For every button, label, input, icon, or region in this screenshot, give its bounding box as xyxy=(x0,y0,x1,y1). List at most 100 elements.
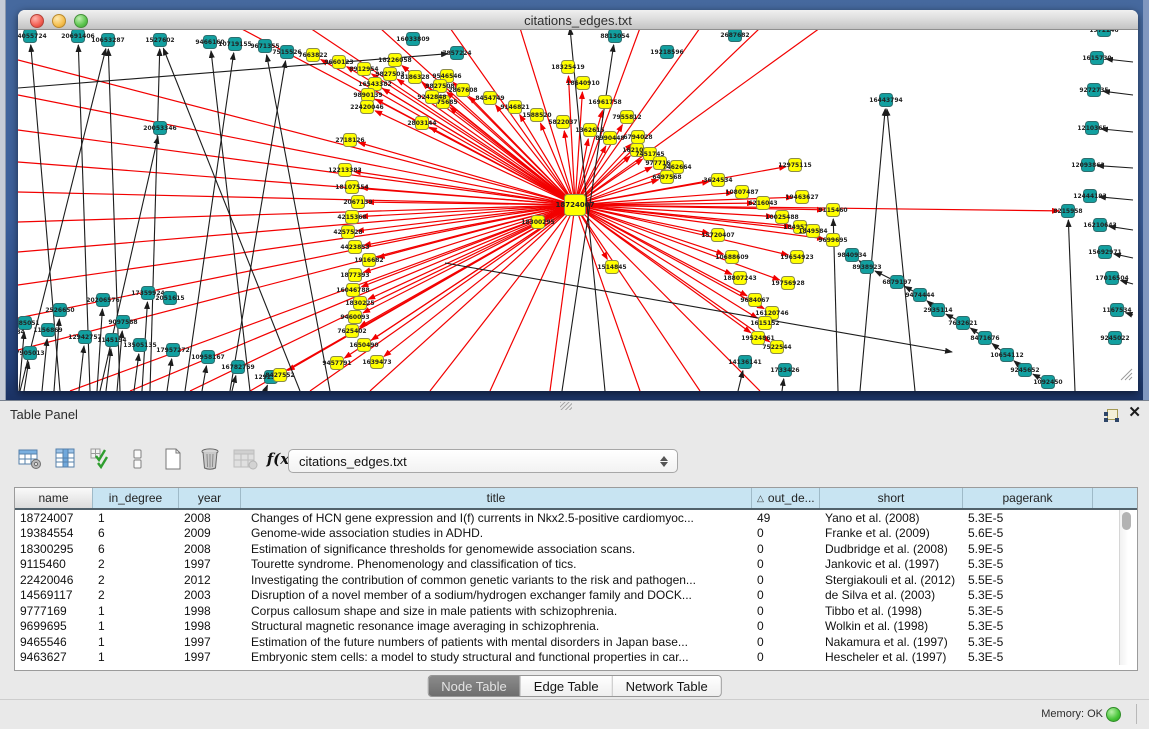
table-cell[interactable]: 1 xyxy=(93,604,179,618)
table-cell[interactable]: 1997 xyxy=(179,635,241,649)
selected-node[interactable]: 12975115 xyxy=(778,159,811,172)
edge[interactable] xyxy=(1068,220,1075,391)
table-cell[interactable]: 5.3E-5 xyxy=(963,557,1093,571)
node[interactable]: 16210643 xyxy=(1083,219,1116,232)
table-cell[interactable]: 6 xyxy=(93,526,179,540)
node[interactable]: 20691406 xyxy=(61,30,94,43)
selected-node[interactable]: 7522544 xyxy=(762,341,791,354)
selected-edge[interactable] xyxy=(288,205,575,371)
node[interactable]: 1733426 xyxy=(770,364,799,377)
selected-node[interactable]: 9457791 xyxy=(322,357,351,370)
edge[interactable] xyxy=(230,61,286,391)
selected-node[interactable]: 2718126 xyxy=(335,134,364,147)
selected-node[interactable]: 1650490 xyxy=(349,339,378,352)
edge[interactable] xyxy=(267,55,330,391)
column-header-out_de[interactable]: △out_de... xyxy=(752,488,820,508)
column-header-short[interactable]: short xyxy=(820,488,963,508)
table-cell[interactable]: 5.3E-5 xyxy=(963,511,1093,525)
node[interactable]: 2687682 xyxy=(720,30,749,42)
table-cell[interactable]: 9777169 xyxy=(15,604,93,618)
edge[interactable] xyxy=(100,137,158,391)
selected-node[interactable]: 7955812 xyxy=(612,111,641,124)
selected-node[interactable]: 10688609 xyxy=(715,251,748,264)
node[interactable]: 20206576 xyxy=(86,294,119,307)
split-divider-handle[interactable] xyxy=(560,402,572,410)
table-cell[interactable]: 2 xyxy=(93,573,179,587)
table-cell[interactable]: 18724007 xyxy=(15,511,93,525)
node[interactable]: 9272735 xyxy=(1079,84,1108,97)
table-cell[interactable]: Embryonic stem cells: a model to study s… xyxy=(241,650,752,664)
node[interactable]: 9097588 xyxy=(108,316,137,329)
selected-node[interactable]: 1877393 xyxy=(340,269,369,282)
node[interactable]: 9245022 xyxy=(1100,332,1129,345)
table-cell[interactable]: 0 xyxy=(752,619,820,633)
table-cell[interactable]: 1 xyxy=(93,650,179,664)
scrollbar-thumb[interactable] xyxy=(1122,512,1131,530)
table-row[interactable]: 946362711997Embryonic stem cells: a mode… xyxy=(15,650,1137,666)
node[interactable]: 2935114 xyxy=(923,304,952,317)
selected-node[interactable]: 16961758 xyxy=(588,96,621,109)
table-cell[interactable]: 5.3E-5 xyxy=(963,650,1093,664)
table-cell[interactable]: de Silva et al. (2003) xyxy=(820,588,963,602)
table-cell[interactable]: Structural magnetic resonance image aver… xyxy=(241,619,752,633)
table-cell[interactable]: 0 xyxy=(752,604,820,618)
selected-node[interactable]: 5822037 xyxy=(548,116,577,129)
close-panel-icon[interactable]: ✕ xyxy=(1128,405,1141,421)
table-cell[interactable]: 0 xyxy=(752,588,820,602)
edge[interactable] xyxy=(42,339,47,391)
new-table-icon[interactable] xyxy=(16,445,43,473)
delete-table-icon[interactable] xyxy=(196,445,223,473)
table-cell[interactable]: Corpus callosum shape and size in male p… xyxy=(241,604,752,618)
selected-node[interactable]: 3624534 xyxy=(703,174,732,187)
column-header-year[interactable]: year xyxy=(179,488,241,508)
edge[interactable] xyxy=(134,354,139,391)
selected-node[interactable]: 9684067 xyxy=(740,294,769,307)
selected-node[interactable]: 8454749 xyxy=(475,92,504,105)
table-cell[interactable]: Stergiakouli et al. (2012) xyxy=(820,573,963,587)
selected-node[interactable]: 18107554 xyxy=(335,181,368,194)
selected-node[interactable]: 6794028 xyxy=(623,131,652,144)
table-cell[interactable]: 1997 xyxy=(179,650,241,664)
node[interactable]: 14055724 xyxy=(18,30,47,43)
column-header-title[interactable]: title xyxy=(241,488,752,508)
selected-node[interactable]: 9699695 xyxy=(818,234,847,247)
node[interactable]: 1210365 xyxy=(1077,122,1106,135)
table-cell[interactable]: 5.3E-5 xyxy=(963,588,1093,602)
table-cell[interactable]: Franke et al. (2009) xyxy=(820,526,963,540)
tab-edge-table[interactable]: Edge Table xyxy=(520,676,612,696)
node[interactable]: 1092450 xyxy=(1033,376,1062,389)
edge[interactable] xyxy=(150,49,160,391)
table-cell[interactable]: 6 xyxy=(93,542,179,556)
node[interactable]: 12444193 xyxy=(1073,190,1106,203)
table-cell[interactable]: 9465546 xyxy=(15,635,93,649)
network-window-titlebar[interactable]: citations_edges.txt xyxy=(18,10,1138,30)
node[interactable]: 7632621 xyxy=(948,317,977,330)
node[interactable]: 1167534 xyxy=(1102,304,1131,317)
table-cell[interactable]: 5.3E-5 xyxy=(963,619,1093,633)
selected-node[interactable]: 10807487 xyxy=(725,186,758,199)
table-cell[interactable]: Nakamura et al. (1997) xyxy=(820,635,963,649)
table-cell[interactable]: 9463627 xyxy=(15,650,93,664)
edge[interactable] xyxy=(782,379,784,391)
table-cell[interactable]: 5.6E-5 xyxy=(963,526,1093,540)
table-row[interactable]: 1830029562008Estimation of significance … xyxy=(15,541,1137,557)
selected-edge[interactable] xyxy=(18,95,575,205)
node[interactable]: 15692971 xyxy=(1088,246,1121,259)
node[interactable]: 19218596 xyxy=(650,46,683,59)
table-cell[interactable]: Genome-wide association studies in ADHD. xyxy=(241,526,752,540)
node[interactable]: 10654112 xyxy=(990,349,1023,362)
node[interactable]: 8215958 xyxy=(1053,205,1082,218)
table-cell[interactable]: 1998 xyxy=(179,619,241,633)
node[interactable]: 20053346 xyxy=(143,122,176,135)
table-cell[interactable]: 0 xyxy=(752,650,820,664)
table-cell[interactable]: Yano et al. (2008) xyxy=(820,511,963,525)
selected-node[interactable]: 19463627 xyxy=(785,191,818,204)
edge[interactable] xyxy=(211,51,250,391)
table-cell[interactable]: 2012 xyxy=(179,573,241,587)
select-all-icon[interactable] xyxy=(88,445,115,473)
node[interactable]: 9474444 xyxy=(905,289,934,302)
float-panel-icon[interactable] xyxy=(1104,409,1119,422)
table-cell[interactable]: 19384554 xyxy=(15,526,93,540)
selected-node[interactable]: 8186328 xyxy=(400,71,429,84)
table-cell[interactable]: Tibbo et al. (1998) xyxy=(820,604,963,618)
